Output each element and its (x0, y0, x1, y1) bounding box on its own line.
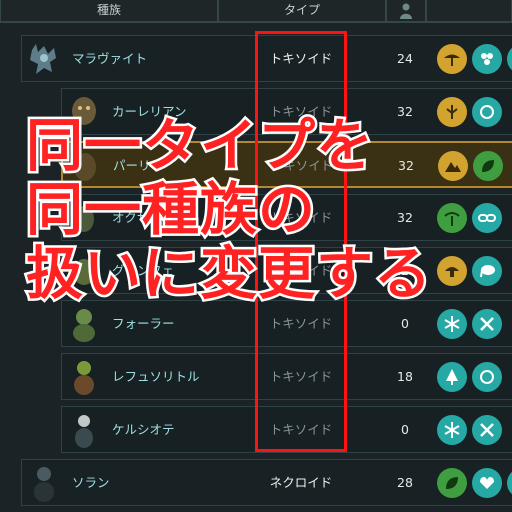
population-count: 18 (397, 369, 413, 384)
mountain-trait-icon (445, 162, 461, 172)
annotation-line-2: 同一種族の (24, 177, 318, 243)
tools-trait-icon (480, 317, 494, 331)
tree-trait-icon (444, 54, 460, 66)
trait-icon[interactable] (437, 415, 467, 445)
palm-tree-trait-icon (444, 212, 460, 226)
species-type: トキソイド (269, 316, 333, 331)
trait-icon[interactable] (472, 362, 502, 392)
annotation-line-3: 扱いに変更する (24, 241, 434, 307)
trait-icon[interactable] (472, 44, 502, 74)
leaf-trait-icon (482, 160, 494, 172)
trait-icon[interactable] (437, 256, 467, 286)
trait-icon[interactable] (437, 97, 467, 127)
species-name: ケルシオテ (112, 422, 175, 437)
trait-icon[interactable] (472, 468, 502, 498)
chain-trait-icon (478, 214, 496, 222)
elephant-trait-icon (480, 265, 495, 278)
population-count: 32 (398, 158, 414, 173)
species-type: トキソイド (269, 422, 333, 437)
table-row[interactable]: レフュソリトル トキソイド 18 (61, 353, 512, 400)
person-icon (400, 3, 412, 19)
trait-icon[interactable] (472, 203, 502, 233)
species-portrait (75, 415, 93, 448)
trait-icon[interactable] (437, 468, 467, 498)
species-type: ネクロイド (269, 475, 333, 490)
species-portrait (74, 361, 94, 395)
species-portrait (73, 309, 95, 342)
population-count: 32 (397, 104, 413, 119)
species-type: トキソイド (269, 51, 333, 66)
spiral-trait-icon (480, 370, 494, 384)
species-type: トキソイド (269, 369, 333, 384)
trait-icon[interactable] (472, 256, 502, 286)
trait-icon[interactable] (472, 415, 502, 445)
mushroom-trait-icon (445, 267, 459, 277)
plant-trait-icon (446, 105, 458, 119)
group-trait-icon (481, 53, 493, 65)
population-count: 24 (397, 51, 413, 66)
species-name: フォーラー (112, 316, 175, 331)
pine-tree-trait-icon (446, 369, 458, 385)
species-portrait (30, 44, 56, 74)
population-count: 0 (401, 316, 409, 331)
table-row[interactable]: ソラン ネクロイド 28 (21, 459, 512, 506)
trait-icon[interactable] (437, 203, 467, 233)
trait-icon[interactable] (437, 362, 467, 392)
trait-icon[interactable] (472, 97, 502, 127)
trait-icon[interactable] (507, 44, 512, 74)
trait-icon[interactable] (437, 44, 467, 74)
annotation-line-1: 同一タイプを (24, 113, 376, 179)
table-row[interactable]: マラヴァイト トキソイド 24 (21, 35, 512, 82)
population-count: 28 (397, 475, 413, 490)
trait-icon[interactable] (473, 151, 503, 181)
trait-icon[interactable] (507, 468, 512, 498)
column-header-traits (426, 0, 512, 22)
column-header-species[interactable]: 種族 (0, 0, 218, 22)
trait-icon[interactable] (472, 309, 502, 339)
species-name: ソラン (72, 475, 110, 490)
table-row[interactable]: フォーラー トキソイド 0 (61, 300, 512, 347)
trait-icon[interactable] (438, 151, 468, 181)
column-header-population[interactable] (386, 0, 426, 22)
species-name: マラヴァイト (72, 51, 148, 66)
trait-icon[interactable] (437, 309, 467, 339)
snowflake-trait-icon (444, 316, 460, 332)
population-count: 32 (397, 210, 413, 225)
table-row[interactable]: ケルシオテ トキソイド 0 (61, 406, 512, 453)
species-name: レフュソリトル (112, 369, 200, 384)
column-header-type[interactable]: タイプ (218, 0, 386, 22)
leaf-trait-icon (446, 477, 458, 489)
tools-trait-icon (480, 423, 494, 437)
population-count: 0 (401, 422, 409, 437)
snowflake-trait-icon (444, 422, 460, 438)
heart-trait-icon (480, 477, 494, 489)
spiral-trait-icon (480, 105, 494, 119)
species-portrait (34, 467, 54, 502)
table-header: 種族 タイプ (0, 0, 512, 23)
